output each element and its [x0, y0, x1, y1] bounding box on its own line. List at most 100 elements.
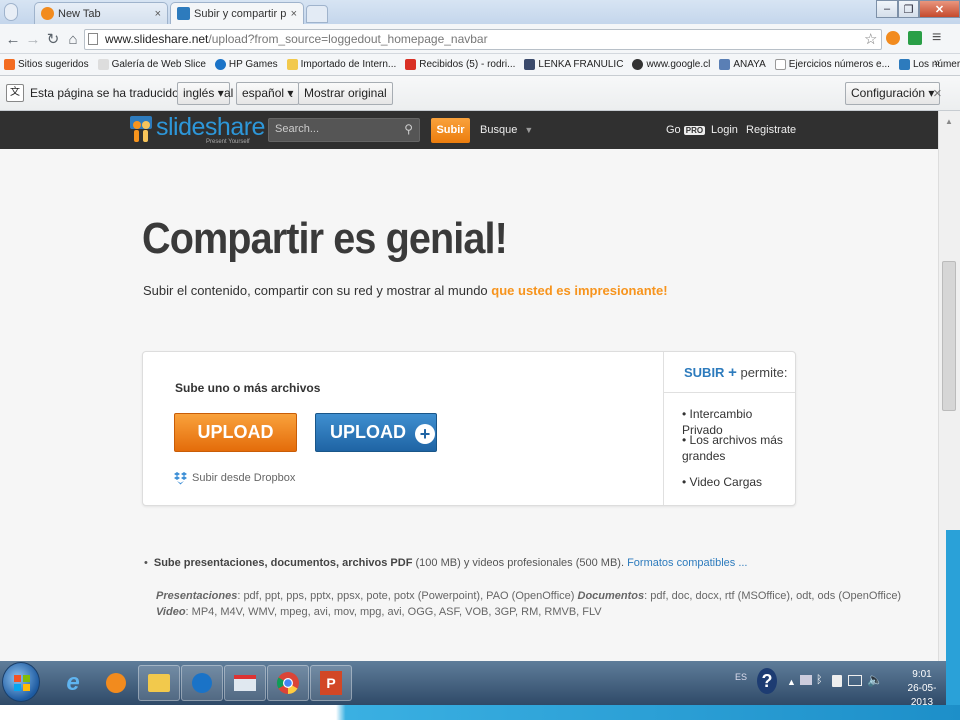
- clock[interactable]: 9:01 26-05-2013: [900, 668, 944, 710]
- bookmark-item[interactable]: LENKA FRANULIC: [524, 59, 623, 70]
- scrollbar-thumb[interactable]: [942, 261, 956, 411]
- language-indicator[interactable]: ES: [735, 672, 747, 682]
- upload-plus-button[interactable]: UPLOAD +: [315, 413, 437, 452]
- bookmark-icon: [214, 59, 226, 70]
- home-icon[interactable]: ⌂: [64, 28, 82, 50]
- site-search-input[interactable]: Search... ⚲: [268, 118, 420, 142]
- bookmark-item[interactable]: HP Games: [214, 59, 278, 70]
- start-button[interactable]: [2, 662, 40, 702]
- new-tab-button[interactable]: [306, 5, 328, 23]
- maximize-button[interactable]: ❐: [898, 0, 919, 18]
- scroll-up-icon[interactable]: ▲: [945, 117, 953, 126]
- slideshare-logo-icon[interactable]: [128, 114, 154, 144]
- nav-register[interactable]: Registrate: [746, 124, 796, 136]
- bookmark-icon: [97, 59, 109, 70]
- user-avatar-icon[interactable]: [4, 3, 18, 21]
- hp-icon[interactable]: [181, 665, 223, 701]
- close-window-button[interactable]: ✕: [919, 0, 960, 18]
- window-icon[interactable]: [224, 665, 266, 701]
- source-language-select[interactable]: inglés ▾: [177, 82, 230, 105]
- tab-label: Subir y compartir presentac: [194, 7, 287, 20]
- star-icon[interactable]: ☆: [864, 30, 877, 48]
- minimize-button[interactable]: –: [876, 0, 898, 18]
- side-title: SUBIR + permite:: [684, 364, 788, 381]
- firefox-extension-icon[interactable]: [886, 31, 900, 45]
- translate-connector: al: [224, 86, 234, 100]
- tray-icon[interactable]: [800, 675, 812, 685]
- chevron-down-icon: ▼: [524, 125, 534, 135]
- bookmark-item[interactable]: ANAYA: [719, 59, 766, 70]
- slideshare-favicon-icon: [898, 59, 910, 70]
- search-placeholder: Search...: [275, 123, 320, 135]
- page-title: Compartir es genial!: [142, 214, 508, 263]
- bookmark-item[interactable]: Galería de Web Slice: [97, 59, 206, 70]
- page-icon: [774, 59, 786, 70]
- info-line: • Sube presentaciones, documentos, archiv…: [144, 557, 748, 569]
- plus-icon: +: [415, 424, 436, 444]
- upload-label: Sube uno o más archivos: [175, 381, 321, 395]
- gmail-icon: [405, 59, 417, 70]
- slideshare-favicon-icon: [177, 7, 190, 20]
- subtitle-highlight: que usted es impresionante!: [491, 283, 668, 298]
- nav-busque[interactable]: Busque ▼: [480, 124, 533, 136]
- translate-icon: 文: [6, 84, 24, 102]
- address-path: /upload?from_source=loggedout_homepage_n…: [208, 32, 488, 46]
- bookmark-item[interactable]: Recibidos (5) - rodri...: [405, 59, 515, 70]
- close-tab-icon[interactable]: ×: [291, 8, 297, 20]
- reload-icon[interactable]: ↻: [44, 28, 62, 50]
- show-original-button[interactable]: Mostrar original: [298, 82, 393, 105]
- close-translate-icon[interactable]: ×: [933, 82, 942, 105]
- device-icon[interactable]: [832, 675, 842, 687]
- chrome-icon[interactable]: [267, 665, 309, 701]
- explorer-icon[interactable]: [138, 665, 180, 701]
- bookmark-icon: [4, 59, 15, 70]
- bookmark-icon: [719, 59, 731, 70]
- media-player-icon[interactable]: [95, 665, 137, 701]
- network-icon[interactable]: [848, 675, 862, 686]
- back-icon[interactable]: ←: [4, 28, 22, 50]
- site-upload-button[interactable]: Subir: [431, 118, 470, 143]
- slide-accent-strip: [0, 705, 960, 720]
- slide-accent-bar: [946, 530, 960, 720]
- dropbox-link[interactable]: Subir desde Dropbox: [192, 472, 295, 484]
- formats-line: Presentaciones: pdf, ppt, pps, pptx, pps…: [156, 590, 902, 602]
- translate-message: Esta página se ha traducido del: [30, 86, 199, 100]
- side-item: • Video Cargas: [682, 475, 763, 489]
- forward-icon[interactable]: →: [24, 28, 42, 50]
- bookmark-item[interactable]: Ejercicios números e...: [774, 59, 890, 70]
- side-item: • Los archivos más grandes: [682, 433, 783, 463]
- bookmark-item[interactable]: Importado de Intern...: [286, 59, 396, 70]
- bookmark-icon: [524, 59, 536, 70]
- extension-icon[interactable]: [908, 31, 922, 45]
- tray-expand-icon[interactable]: ▲: [787, 677, 796, 687]
- nav-login[interactable]: Login: [711, 124, 738, 136]
- site-logo-tagline: Present Yourself: [206, 139, 250, 145]
- volume-icon[interactable]: 🔈: [867, 672, 883, 688]
- bookmark-item[interactable]: www.google.cl: [632, 59, 710, 70]
- bookmark-item[interactable]: Los números entero...: [898, 59, 960, 70]
- menu-icon[interactable]: ≡: [932, 29, 941, 47]
- bullet: •: [144, 557, 148, 569]
- nav-go-pro[interactable]: Go PRO: [666, 124, 706, 136]
- page-subtitle: Subir el contenido, compartir con su red…: [143, 283, 668, 298]
- bookmarks-more-icon[interactable]: »: [934, 57, 940, 69]
- bookmark-item[interactable]: Sitios sugeridos: [4, 59, 89, 70]
- bluetooth-icon[interactable]: ᛒ: [816, 674, 823, 686]
- plus-icon: +: [728, 364, 737, 381]
- close-tab-icon[interactable]: ×: [155, 8, 161, 20]
- ie-taskbar-icon[interactable]: e: [52, 665, 94, 701]
- translate-settings-button[interactable]: Configuración ▾: [845, 82, 941, 105]
- tab-new-tab[interactable]: New Tab ×: [34, 2, 168, 24]
- upload-button[interactable]: UPLOAD: [174, 413, 297, 452]
- search-icon[interactable]: ⚲: [404, 122, 413, 136]
- address-bar[interactable]: www.slideshare.net/upload?from_source=lo…: [84, 29, 882, 50]
- help-icon[interactable]: ?: [757, 668, 777, 694]
- card-divider: [663, 352, 664, 505]
- tab-slideshare[interactable]: Subir y compartir presentac ×: [170, 2, 304, 24]
- site-logo-text[interactable]: slideshare: [156, 113, 265, 142]
- formats-link[interactable]: Formatos compatibles ...: [627, 557, 747, 569]
- bookmark-icon: [632, 59, 644, 70]
- bookmarks-bar: Sitios sugeridos Galería de Web Slice HP…: [0, 54, 960, 76]
- address-host: www.slideshare.net: [105, 32, 209, 46]
- powerpoint-icon[interactable]: P: [310, 665, 352, 701]
